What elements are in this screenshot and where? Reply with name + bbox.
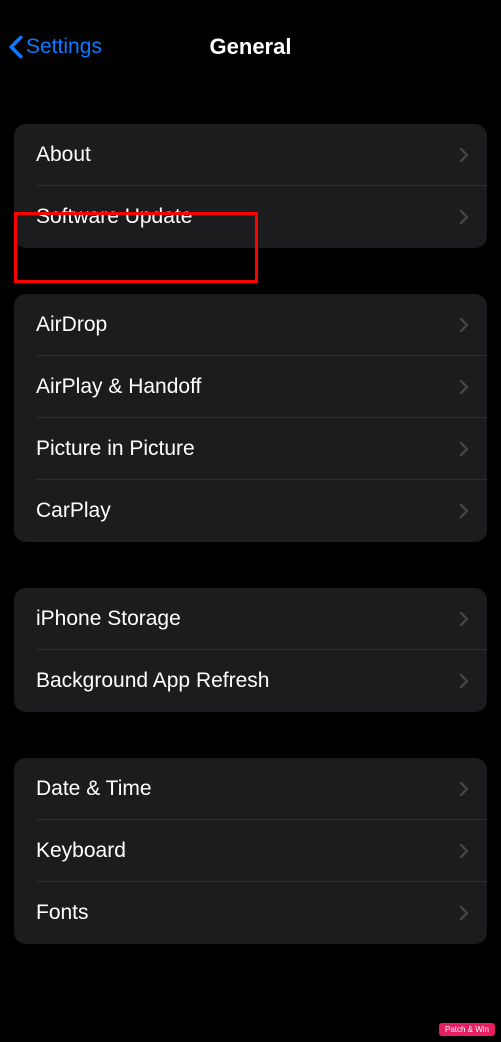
settings-group: About Software Update [14, 124, 487, 248]
row-label: iPhone Storage [36, 607, 181, 631]
row-airdrop[interactable]: AirDrop [14, 294, 487, 356]
row-carplay[interactable]: CarPlay [14, 480, 487, 542]
watermark-badge: Patch & Win [439, 1023, 495, 1036]
settings-group: AirDrop AirPlay & Handoff Picture in Pictu… [14, 294, 487, 542]
chevron-right-icon [459, 781, 469, 797]
page-title: General [210, 34, 292, 60]
chevron-right-icon [459, 209, 469, 225]
chevron-right-icon [459, 379, 469, 395]
chevron-right-icon [459, 441, 469, 457]
chevron-left-icon [8, 35, 24, 59]
settings-group: Date & Time Keyboard Fonts [14, 758, 487, 944]
row-background-app-refresh[interactable]: Background App Refresh [14, 650, 487, 712]
row-label: AirPlay & Handoff [36, 375, 201, 399]
chevron-right-icon [459, 503, 469, 519]
row-software-update[interactable]: Software Update [14, 186, 487, 248]
chevron-right-icon [459, 147, 469, 163]
row-picture-in-picture[interactable]: Picture in Picture [14, 418, 487, 480]
row-label: AirDrop [36, 313, 107, 337]
header-bar: Settings General [0, 18, 501, 82]
row-airplay-handoff[interactable]: AirPlay & Handoff [14, 356, 487, 418]
chevron-right-icon [459, 611, 469, 627]
settings-group: iPhone Storage Background App Refresh [14, 588, 487, 712]
row-label: Background App Refresh [36, 669, 269, 693]
row-date-time[interactable]: Date & Time [14, 758, 487, 820]
row-label: CarPlay [36, 499, 111, 523]
chevron-right-icon [459, 843, 469, 859]
row-label: Picture in Picture [36, 437, 195, 461]
row-fonts[interactable]: Fonts [14, 882, 487, 944]
row-label: Keyboard [36, 839, 126, 863]
row-label: About [36, 143, 91, 167]
row-keyboard[interactable]: Keyboard [14, 820, 487, 882]
row-about[interactable]: About [14, 124, 487, 186]
chevron-right-icon [459, 905, 469, 921]
content-area: About Software Update AirDrop AirPlay & Han… [0, 124, 501, 944]
row-label: Fonts [36, 901, 89, 925]
chevron-right-icon [459, 673, 469, 689]
back-label: Settings [26, 35, 102, 59]
back-button[interactable]: Settings [8, 35, 102, 59]
row-label: Software Update [36, 205, 192, 229]
chevron-right-icon [459, 317, 469, 333]
row-iphone-storage[interactable]: iPhone Storage [14, 588, 487, 650]
row-label: Date & Time [36, 777, 152, 801]
